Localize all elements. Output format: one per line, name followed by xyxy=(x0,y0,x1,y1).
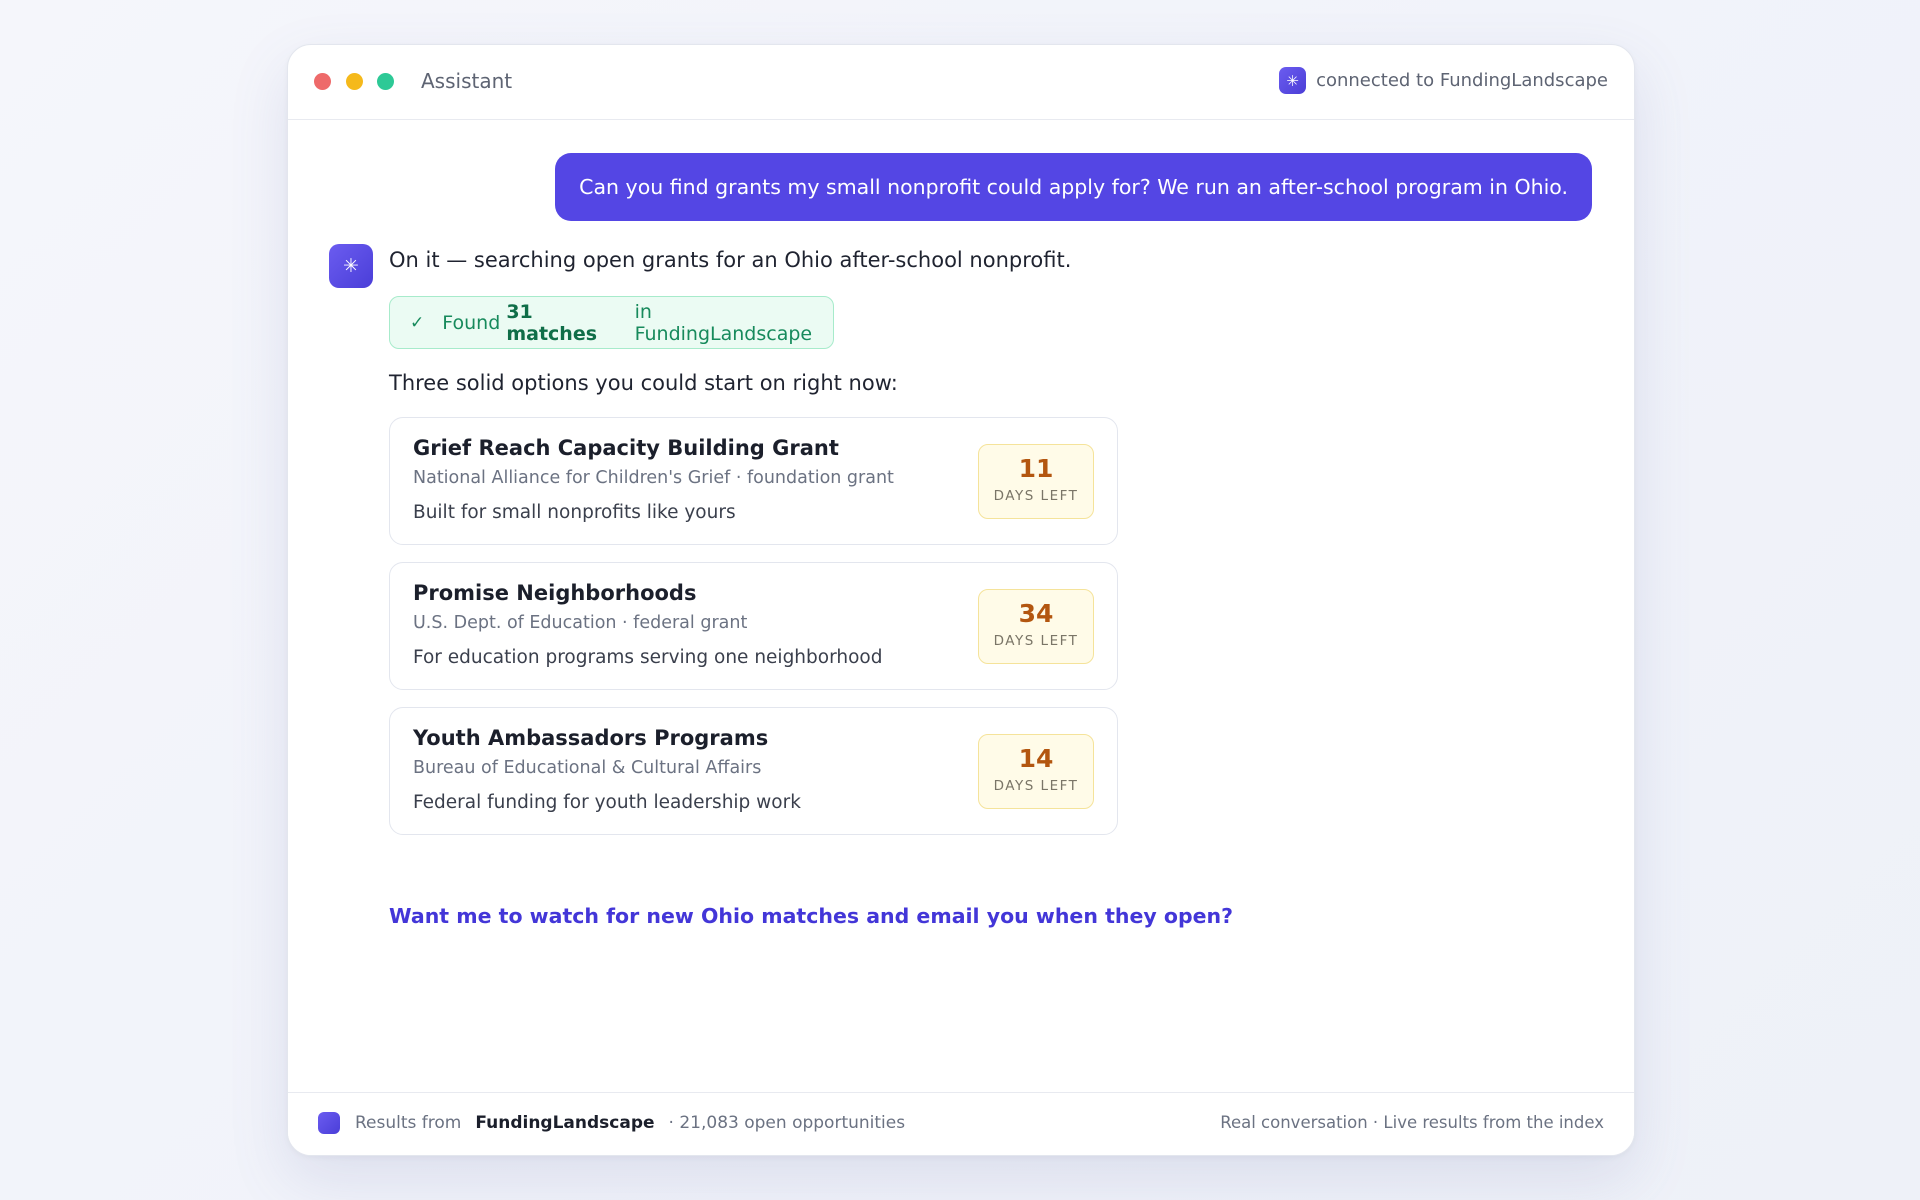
days-left-count: 14 xyxy=(1018,744,1054,773)
grant-title: Promise Neighborhoods xyxy=(413,581,697,605)
days-left-count: 11 xyxy=(1018,454,1054,483)
app-title: Assistant xyxy=(421,69,513,93)
search-result-status: ✓ Found 31 matches in FundingLandscape xyxy=(389,296,834,349)
days-left-label: DAYS LEFT xyxy=(993,778,1079,794)
followup-suggestion[interactable]: Want me to watch for new Ohio matches an… xyxy=(389,904,1233,928)
days-left-label: DAYS LEFT xyxy=(993,488,1079,504)
results-brand: FundingLandscape xyxy=(475,1113,655,1133)
grant-description: Federal funding for youth leadership wor… xyxy=(413,792,801,813)
deadline-badge: 11 DAYS LEFT xyxy=(978,444,1094,519)
assistant-avatar: ✳ xyxy=(329,244,373,288)
opportunity-count: · 21,083 open opportunities xyxy=(668,1113,906,1133)
title-bar: Assistant ✳ connected to FundingLandscap… xyxy=(288,45,1634,120)
connection-status: ✳ connected to FundingLandscape xyxy=(1279,67,1608,94)
results-source: Results from FundingLandscape · 21,083 o… xyxy=(318,1112,905,1134)
options-lead: Three solid options you could start on r… xyxy=(389,371,898,395)
close-window-button[interactable] xyxy=(314,73,331,90)
found-count: 31 matches xyxy=(506,300,598,345)
user-message: Can you find grants my small nonprofit c… xyxy=(555,153,1592,221)
assistant-window: Assistant ✳ connected to FundingLandscap… xyxy=(287,44,1635,1156)
found-suffix: in FundingLandscape xyxy=(634,300,813,345)
deadline-badge: 34 DAYS LEFT xyxy=(978,589,1094,664)
grant-title: Grief Reach Capacity Building Grant xyxy=(413,436,839,460)
brand-logo-icon xyxy=(318,1112,340,1134)
checkmark-icon: ✓ xyxy=(410,312,425,333)
days-left-count: 34 xyxy=(1018,599,1054,628)
grant-title: Youth Ambassadors Programs xyxy=(413,726,769,750)
deadline-badge: 14 DAYS LEFT xyxy=(978,734,1094,809)
results-prefix: Results from xyxy=(355,1113,462,1133)
grant-funder: Bureau of Educational & Cultural Affairs xyxy=(413,758,762,778)
footer-note: Real conversation · Live results from th… xyxy=(1220,1113,1604,1132)
grant-description: Built for small nonprofits like yours xyxy=(413,502,736,523)
assistant-intro: On it — searching open grants for an Ohi… xyxy=(389,248,1072,272)
grant-funder: U.S. Dept. of Education · federal grant xyxy=(413,613,748,633)
grant-card[interactable]: Promise Neighborhoods U.S. Dept. of Educ… xyxy=(389,562,1118,690)
found-prefix: Found xyxy=(442,311,501,334)
minimize-window-button[interactable] xyxy=(346,73,363,90)
grant-funder: National Alliance for Children's Grief ·… xyxy=(413,468,894,488)
grant-card[interactable]: Grief Reach Capacity Building Grant Nati… xyxy=(389,417,1118,545)
sparkle-icon: ✳ xyxy=(343,255,359,277)
connection-label: connected to FundingLandscape xyxy=(1316,70,1608,91)
grant-card[interactable]: Youth Ambassadors Programs Bureau of Edu… xyxy=(389,707,1118,835)
sparkle-icon: ✳ xyxy=(1279,67,1307,94)
days-left-label: DAYS LEFT xyxy=(993,633,1079,649)
maximize-window-button[interactable] xyxy=(377,73,394,90)
grant-description: For education programs serving one neigh… xyxy=(413,647,883,668)
footer-bar: Results from FundingLandscape · 21,083 o… xyxy=(288,1092,1634,1155)
